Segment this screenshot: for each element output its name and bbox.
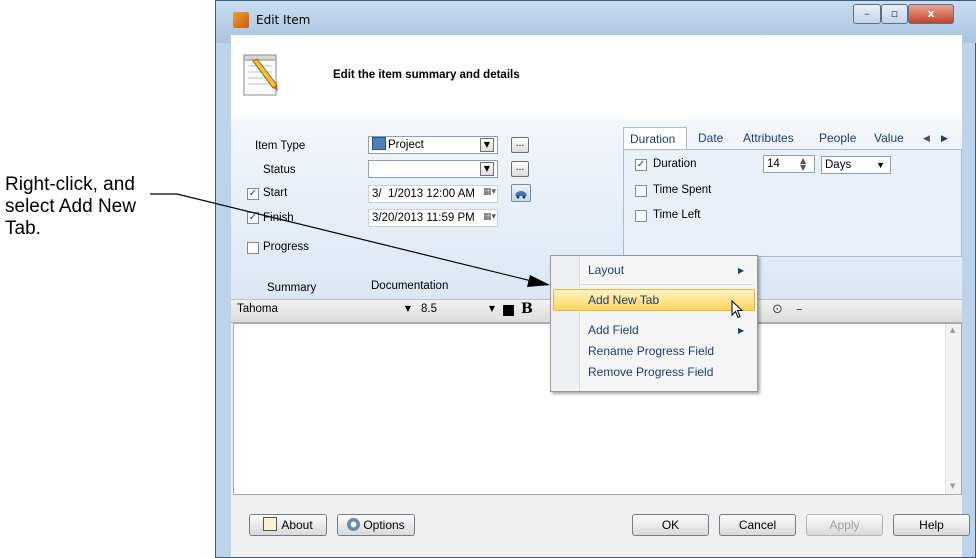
start-value: 3/ 1/2013 12:00 AM (372, 188, 475, 200)
menu-item-add-new-tab[interactable]: Add New Tab (588, 290, 748, 310)
item-type-browse-button[interactable]: ... (511, 137, 529, 153)
minimize-button[interactable]: – (853, 4, 881, 24)
scroll-down-icon[interactable]: ▼ (950, 482, 955, 490)
duration-spinner-icon[interactable]: ▲ ▼ (800, 157, 806, 172)
duration-checkbox[interactable]: ✓ (635, 159, 647, 171)
duration-unit-value: Days (825, 159, 852, 171)
close-button[interactable]: x (908, 4, 954, 24)
menu-item-add-field-label: Add Field (588, 323, 639, 337)
start-label: Start (263, 187, 288, 199)
chevron-down-icon[interactable]: ▼ (401, 303, 415, 317)
menu-item-add-field[interactable]: Add Field ▶ (588, 320, 748, 340)
progress-label: Progress (263, 241, 310, 253)
duration-panel: ✓ Duration 14 ▲ ▼ Days ▼ Time Spent Time L… (623, 149, 962, 257)
callout-line-1: Right-click, and (5, 174, 135, 195)
tab-attributes[interactable]: Attributes (743, 127, 794, 149)
menu-item-remove-progress-field[interactable]: Remove Progress Field (588, 362, 758, 382)
submenu-arrow-icon: ▶ (738, 266, 745, 275)
summary-value: Documentation (371, 280, 449, 292)
scroll-up-icon[interactable]: ▲ (950, 326, 955, 334)
summary-field[interactable]: Documentation (368, 278, 558, 296)
chevron-down-icon[interactable]: ▼ (480, 138, 494, 152)
maximize-button[interactable]: ▫ (881, 4, 908, 24)
apply-button[interactable]: Apply (806, 514, 883, 536)
cancel-button[interactable]: Cancel (719, 514, 796, 536)
options-icon (347, 518, 361, 531)
context-menu: Layout ▶ Add New Tab Add Field ▶ Rename … (550, 255, 758, 392)
tab-scroll-left-icon[interactable]: ◀ (923, 127, 930, 149)
finish-label: Finish (263, 212, 294, 224)
calendar-icon[interactable]: ▦▾ (483, 212, 496, 222)
finish-value: 3/20/2013 11:59 PM (372, 212, 475, 224)
time-spent-label: Time Spent (653, 184, 712, 196)
chevron-down-icon[interactable]: ▼ (480, 162, 494, 176)
options-button[interactable]: Options (337, 514, 415, 536)
duration-value: 14 (767, 158, 780, 170)
start-checkbox[interactable]: ✓ (247, 188, 259, 200)
window-title: Edit Item (256, 13, 311, 27)
calendar-icon[interactable]: ▦▾ (483, 187, 496, 197)
tab-people[interactable]: People (819, 127, 856, 149)
tab-date[interactable]: Date (698, 127, 723, 149)
status-label: Status (263, 164, 296, 176)
item-type-label: Item Type (255, 140, 306, 152)
progress-checkbox[interactable] (247, 242, 259, 254)
time-left-checkbox[interactable] (635, 210, 647, 222)
callout-line-2: select Add New (5, 196, 136, 217)
tab-value[interactable]: Value (874, 127, 904, 149)
app-icon (233, 12, 249, 28)
header-band: Edit the item summary and details (231, 35, 962, 120)
project-icon (372, 137, 386, 150)
menu-item-rename-progress-field[interactable]: Rename Progress Field (588, 341, 758, 361)
about-icon (263, 517, 278, 531)
start-date-field[interactable]: 3/ 1/2013 12:00 AM (368, 185, 498, 203)
summary-label: Summary (267, 282, 317, 294)
tab-scroll-right-icon[interactable]: ▶ (941, 127, 948, 149)
font-family-select[interactable]: Tahoma (237, 303, 278, 315)
callout-text: Right-click, and select Add New Tab. (5, 174, 195, 240)
collapse-icon[interactable]: ⊙ (772, 302, 783, 317)
mouse-cursor-icon (731, 300, 744, 319)
notepad-pencil-icon (243, 54, 278, 96)
menu-item-layout[interactable]: Layout ▶ (588, 260, 748, 280)
chevron-down-icon: ▼ (876, 160, 885, 170)
bold-button[interactable]: B (521, 301, 533, 317)
chevron-down-icon[interactable]: ▼ (485, 303, 499, 317)
status-combo[interactable] (368, 160, 498, 178)
car-icon (515, 191, 527, 199)
tab-duration[interactable]: Duration (623, 127, 687, 149)
finish-checkbox[interactable]: ✓ (247, 212, 259, 224)
help-button[interactable]: Help (893, 514, 970, 536)
status-browse-button[interactable]: ... (511, 161, 529, 177)
options-label: Options (363, 518, 405, 532)
duration-unit-select[interactable]: Days ▼ (821, 156, 891, 174)
ok-button[interactable]: OK (632, 514, 709, 536)
schedule-button[interactable] (511, 184, 531, 202)
menu-gutter (551, 256, 580, 391)
menu-item-layout-label: Layout (588, 263, 625, 277)
header-text: Edit the item summary and details (333, 69, 520, 81)
duration-label: Duration (653, 158, 697, 170)
submenu-arrow-icon: ▶ (738, 326, 745, 335)
menu-separator (581, 284, 753, 285)
callout-line-3: Tab. (5, 218, 41, 239)
item-type-combo[interactable]: Project (368, 136, 498, 154)
text-color-button[interactable] (503, 305, 514, 316)
editor-scrollbar[interactable]: ▲ ▼ (945, 324, 961, 494)
time-spent-checkbox[interactable] (635, 185, 647, 197)
dash-button[interactable]: – (796, 302, 803, 317)
about-button[interactable]: About (249, 514, 327, 536)
finish-date-field[interactable]: 3/20/2013 11:59 PM (368, 209, 498, 227)
duration-input[interactable]: 14 (763, 155, 815, 173)
font-size-select[interactable]: 8.5 (421, 303, 437, 315)
about-label: About (281, 518, 313, 532)
time-left-label: Time Left (653, 209, 701, 221)
item-type-value: Project (388, 139, 424, 151)
